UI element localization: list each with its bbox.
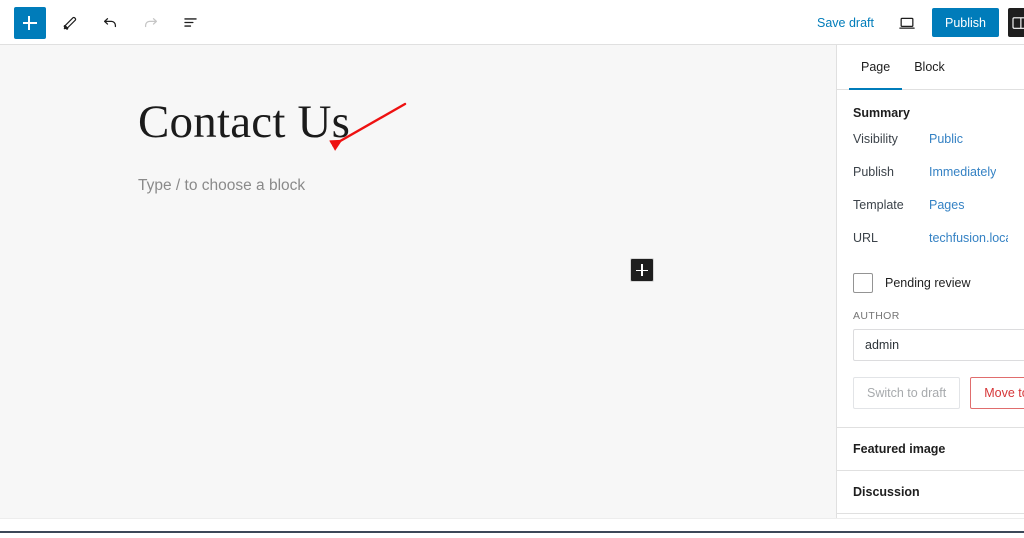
save-draft-link[interactable]: Save draft [807,10,884,36]
add-block-button[interactable] [14,6,46,39]
publish-value[interactable]: Immediately [929,165,996,179]
undo-icon [103,18,116,28]
summary-row-template: Template Pages [853,198,1008,231]
template-label: Template [853,198,904,212]
summary-rows: Visibility Public Publish Immediately Te… [837,120,1024,264]
settings-sidebar-toggle[interactable] [1008,8,1024,37]
url-value[interactable]: techfusion.local/aut [929,231,1008,245]
tab-block[interactable]: Block [902,45,957,89]
tab-page[interactable]: Page [849,45,903,90]
sidebar-tabs: Page Block [837,45,1024,90]
redo-icon [144,18,157,28]
list-view-button[interactable] [174,7,206,39]
post-title[interactable]: Contact Us [138,95,350,149]
pending-review-row: Pending review [837,264,1024,298]
switch-to-draft-button[interactable]: Switch to draft [853,377,961,409]
tools-pencil-button[interactable] [54,7,86,39]
summary-row-visibility: Visibility Public [853,132,1008,165]
url-label: URL [853,231,879,245]
toolbar-right-group: Save draft Publish [807,0,1024,45]
panel-discussion[interactable]: Discussion [837,471,1024,514]
settings-sidebar-icon [1012,16,1024,29]
publish-button[interactable]: Publish [932,8,999,37]
editor-top-toolbar: Save draft Publish [0,0,1024,45]
post-actions-row: Switch to draft Move to trash [837,361,1024,409]
publish-label: Publish [853,165,894,179]
desktop-preview-icon [899,17,915,29]
wordpress-block-editor: Save draft Publish Contact Us Type / to … [0,0,1024,538]
visibility-label: Visibility [853,132,898,146]
summary-panel-heading[interactable]: Summary [837,90,1024,120]
move-to-trash-button[interactable]: Move to trash [970,377,1024,409]
panel-featured-image[interactable]: Featured image [837,428,1024,471]
pending-review-label[interactable]: Pending review [885,276,970,290]
document-outline-icon [183,18,197,27]
summary-row-url: URL techfusion.local/aut [853,231,1008,264]
summary-row-publish: Publish Immediately [853,165,1008,198]
plus-icon [22,15,38,31]
redo-button[interactable] [134,7,166,39]
undo-button[interactable] [94,7,126,39]
pending-review-checkbox[interactable] [853,273,873,293]
author-select[interactable]: admin [853,329,1024,361]
editor-canvas[interactable]: Contact Us Type / to choose a block [0,45,836,518]
author-label: AUTHOR [853,310,900,322]
page-bottom-border [0,531,1024,538]
toolbar-left-group [14,0,206,45]
empty-block-placeholder[interactable]: Type / to choose a block [138,177,305,195]
canvas-block-inserter-button[interactable] [630,258,654,282]
plus-icon [636,264,649,277]
browser-bottom-strip [0,518,1024,532]
settings-sidebar: Page Block Summary Visibility Public Pub… [836,45,1024,518]
template-value[interactable]: Pages [929,198,964,212]
visibility-value[interactable]: Public [929,132,963,146]
preview-button[interactable] [890,7,924,39]
pencil-icon [63,16,77,30]
